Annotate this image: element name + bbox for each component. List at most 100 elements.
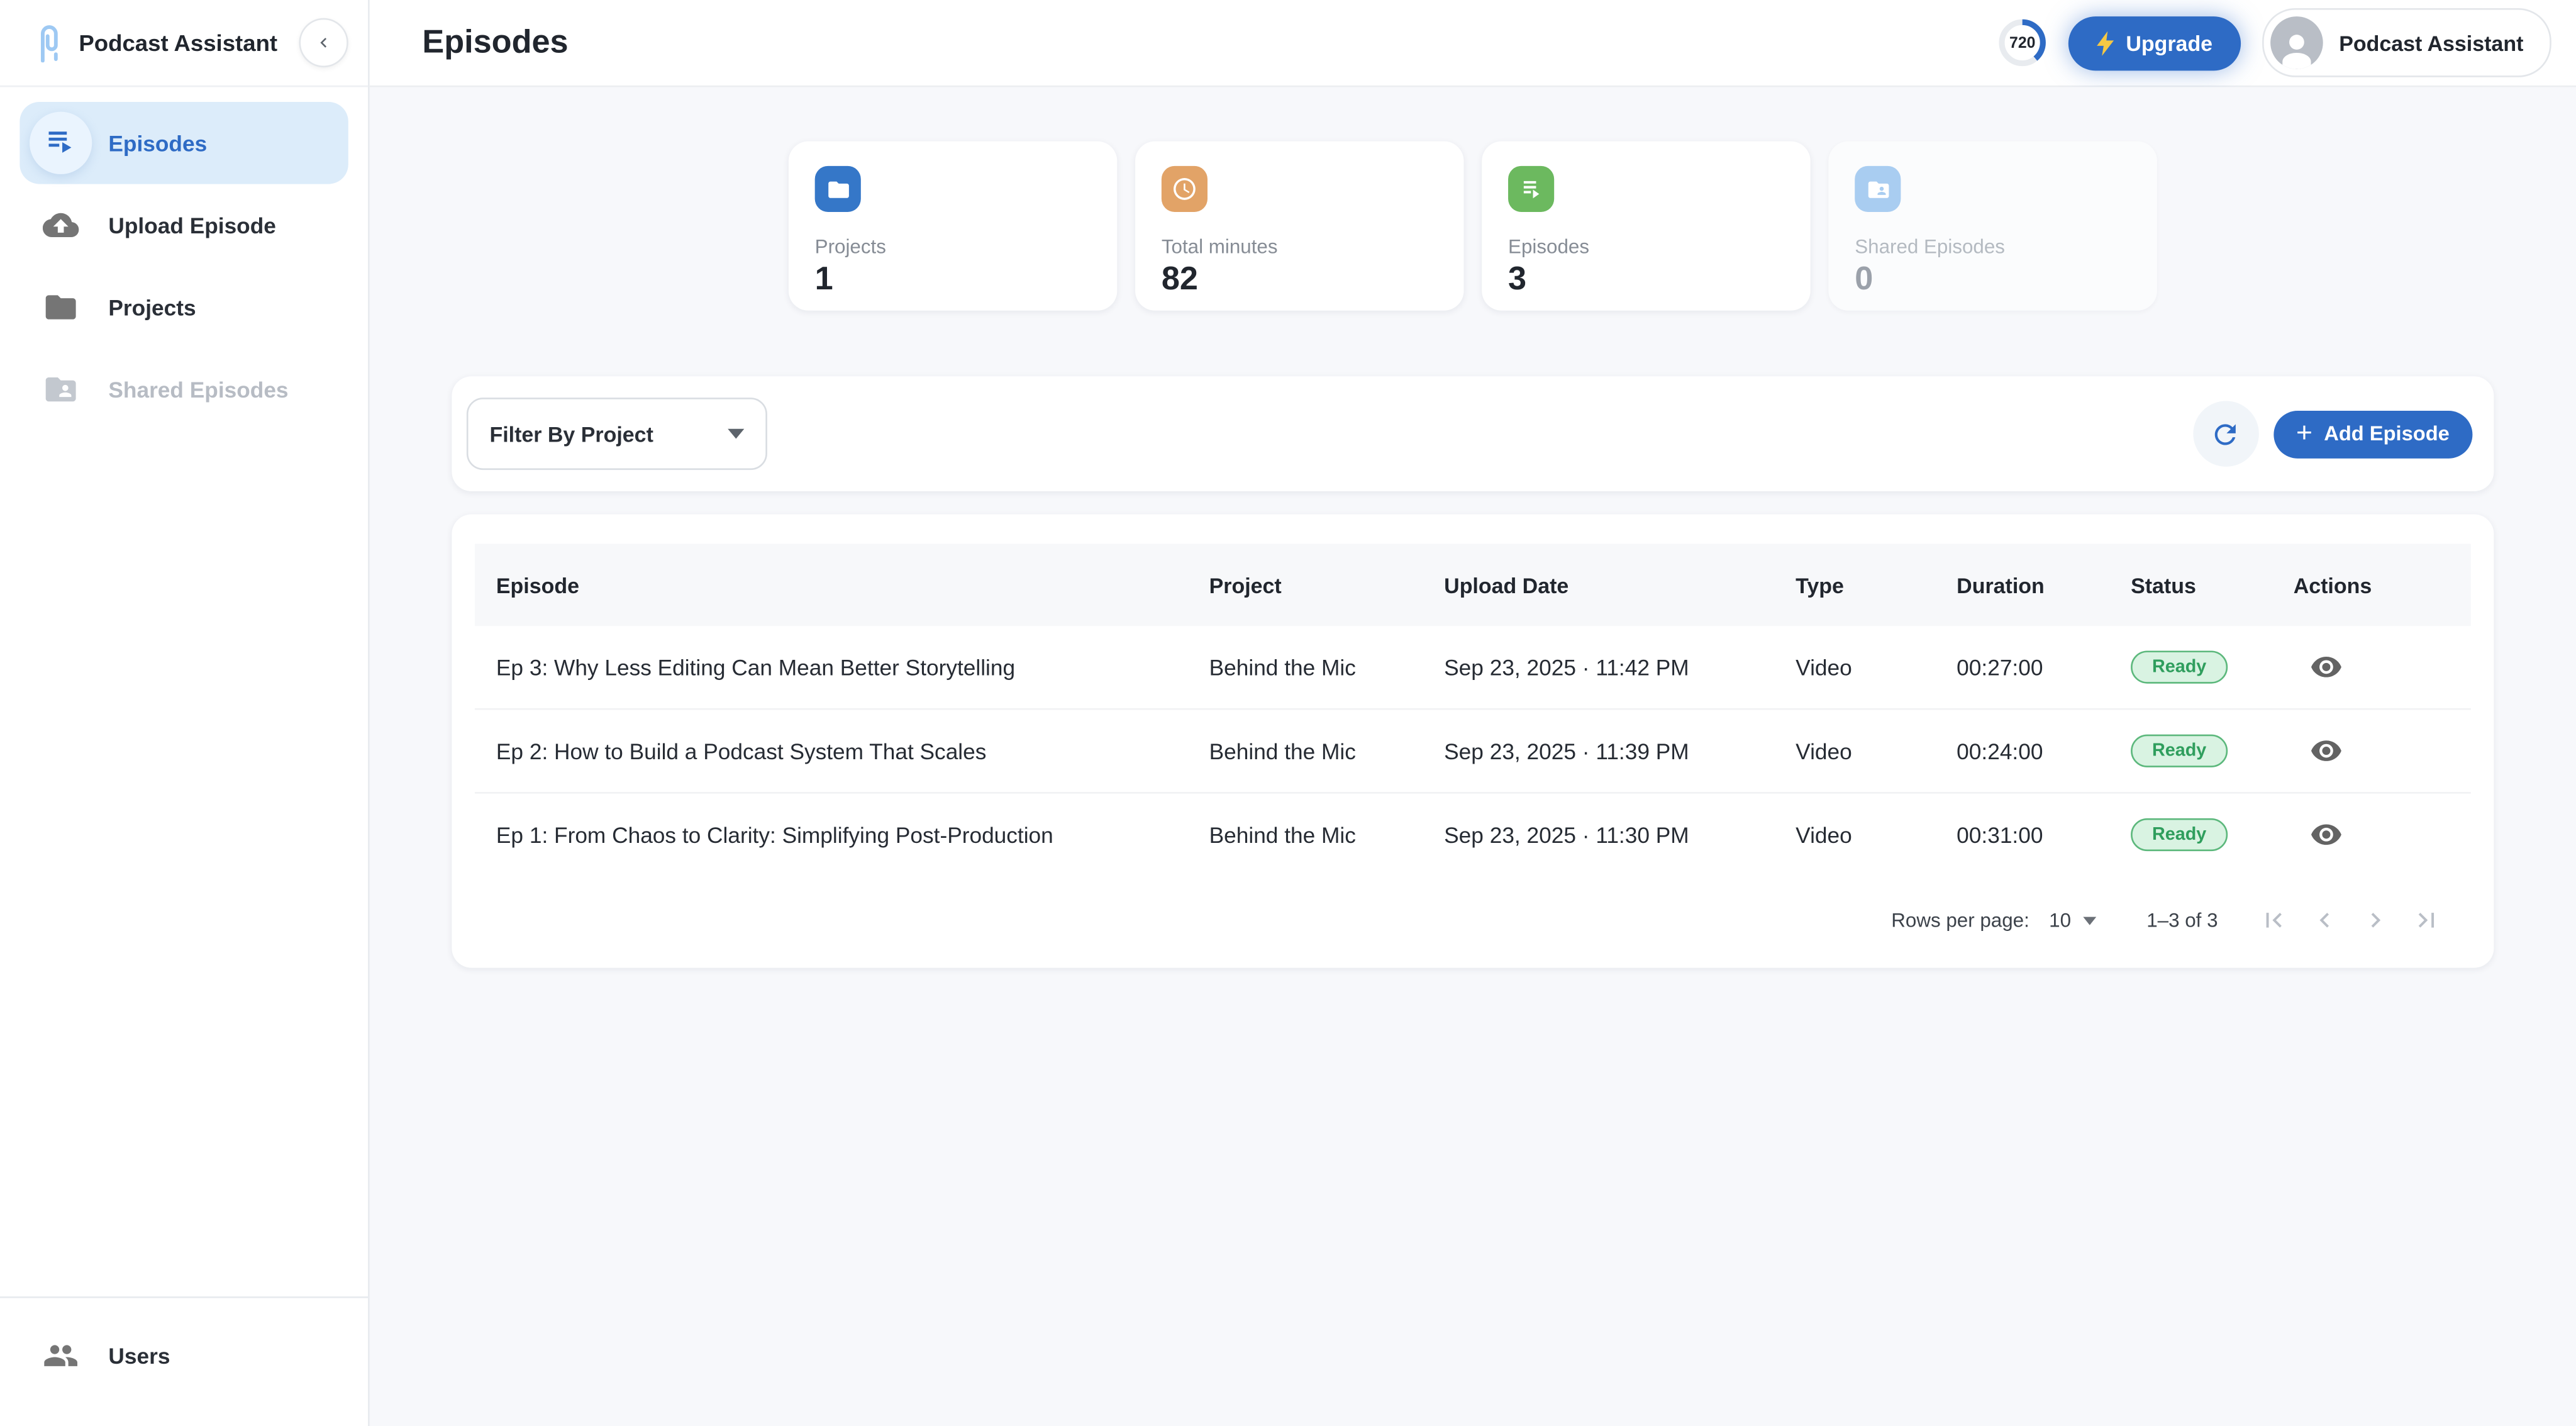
sidebar-collapse-button[interactable] (299, 18, 348, 67)
view-episode-button[interactable] (2307, 735, 2346, 767)
eye-icon (2310, 655, 2343, 679)
column-header-actions: Actions (2294, 572, 2471, 597)
eye-icon (2310, 822, 2343, 847)
sidebar-item-projects[interactable]: Projects (19, 266, 348, 348)
status-badge: Ready (2131, 735, 2228, 767)
column-header-project: Project (1209, 572, 1445, 597)
episode-title: Ep 1: From Chaos to Clarity: Simplifying… (475, 822, 1209, 847)
stat-value: 0 (1855, 263, 2131, 296)
page-title: Episodes (422, 24, 568, 62)
clock-icon (1162, 166, 1208, 212)
credits-ring[interactable]: 720 (1998, 18, 2047, 67)
column-header-episode: Episode (475, 572, 1209, 597)
sidebar-item-label: Upload Episode (108, 213, 275, 237)
playlist-play-icon (1508, 166, 1554, 212)
refresh-button[interactable] (2192, 401, 2258, 466)
stat-card-episodes: Episodes 3 (1482, 142, 1810, 311)
chevron-down-icon (2082, 916, 2096, 924)
stat-value: 3 (1508, 263, 1784, 296)
view-episode-button[interactable] (2307, 819, 2346, 850)
account-label: Podcast Assistant (2339, 30, 2523, 55)
stat-card-total-minutes: Total minutes 82 (1135, 142, 1463, 311)
stat-label: Projects (815, 235, 1091, 259)
sidebar-item-shared-episodes[interactable]: Shared Episodes (19, 348, 348, 431)
project-name: Behind the Mic (1209, 655, 1445, 679)
account-chip[interactable]: Podcast Assistant (2262, 8, 2551, 77)
stat-label: Shared Episodes (1855, 235, 2131, 259)
stat-value: 1 (815, 263, 1091, 296)
pagination-controls (2259, 905, 2441, 935)
episode-title: Ep 2: How to Build a Podcast System That… (475, 738, 1209, 763)
topbar: Episodes 720 Upgrade (370, 0, 2576, 87)
episode-type: Video (1796, 822, 1957, 847)
episode-title: Ep 3: Why Less Editing Can Mean Better S… (475, 655, 1209, 679)
upload-date: Sep 23, 2025 · 11:39 PM (1444, 738, 1796, 763)
table-row[interactable]: Ep 3: Why Less Editing Can Mean Better S… (475, 626, 2471, 708)
column-header-duration: Duration (1957, 572, 2131, 597)
last-page-icon (2412, 905, 2441, 935)
sidebar-item-episodes[interactable]: Episodes (19, 102, 348, 184)
sidebar-item-users[interactable]: Users (19, 1315, 348, 1397)
folder-icon (815, 166, 861, 212)
eye-icon (2310, 738, 2343, 763)
status-badge: Ready (2131, 650, 2228, 683)
playlist-play-icon (30, 112, 92, 174)
upload-date: Sep 23, 2025 · 11:30 PM (1444, 822, 1796, 847)
upgrade-button[interactable]: Upgrade (2068, 16, 2241, 70)
previous-page-button[interactable] (2310, 905, 2340, 935)
episode-duration: 00:27:00 (1957, 655, 2131, 679)
stats-row: Projects 1 Total minutes 82 Episodes 3 (789, 142, 2157, 311)
rows-per-page-select[interactable]: 10 (2049, 909, 2096, 932)
sidebar: Podcast Assistant Episodes Upload Episod… (0, 0, 370, 1426)
episode-type: Video (1796, 655, 1957, 679)
filter-by-project-dropdown[interactable]: Filter By Project (467, 398, 767, 470)
folder-icon (30, 276, 92, 338)
episode-type: Video (1796, 738, 1957, 763)
rows-per-page-value: 10 (2049, 909, 2071, 932)
dropdown-label: Filter By Project (489, 421, 653, 446)
stat-value: 82 (1162, 263, 1438, 296)
next-page-button[interactable] (2361, 905, 2390, 935)
stat-card-shared-episodes: Shared Episodes 0 (1828, 142, 2157, 311)
topbar-actions: 720 Upgrade Podcast Assistant (1998, 8, 2551, 77)
pagination-range: 1–3 of 3 (2146, 909, 2218, 932)
sidebar-item-label: Episodes (108, 131, 207, 155)
view-episode-button[interactable] (2307, 652, 2346, 683)
episodes-table-card: Episode Project Upload Date Type Duratio… (452, 515, 2494, 968)
column-header-upload-date: Upload Date (1444, 572, 1796, 597)
app-title: Podcast Assistant (79, 30, 299, 56)
status-badge: Ready (2131, 818, 2228, 851)
sidebar-item-label: Shared Episodes (108, 377, 288, 402)
app-window: Podcast Assistant Episodes Upload Episod… (0, 0, 2576, 1426)
stat-card-projects: Projects 1 (789, 142, 1117, 311)
table-header-row: Episode Project Upload Date Type Duratio… (475, 544, 2471, 627)
add-episode-button[interactable]: + Add Episode (2273, 410, 2472, 458)
column-header-status: Status (2131, 572, 2294, 597)
rows-per-page-label: Rows per page: (1891, 909, 2029, 932)
project-name: Behind the Mic (1209, 822, 1445, 847)
column-header-type: Type (1796, 572, 1957, 597)
episode-duration: 00:24:00 (1957, 738, 2131, 763)
sidebar-footer: Users (0, 1296, 368, 1426)
chevron-left-icon (314, 33, 333, 52)
folder-shared-icon (30, 358, 92, 420)
credits-value: 720 (2009, 34, 2035, 52)
upload-date: Sep 23, 2025 · 11:42 PM (1444, 655, 1796, 679)
filter-panel: Filter By Project + Add Episode (452, 376, 2494, 491)
main-content: Projects 1 Total minutes 82 Episodes 3 (370, 87, 2576, 1426)
plus-icon: + (2296, 419, 2312, 447)
sidebar-item-upload-episode[interactable]: Upload Episode (19, 184, 348, 267)
upgrade-label: Upgrade (2126, 30, 2212, 55)
first-page-button[interactable] (2259, 905, 2289, 935)
chevron-right-icon (2361, 905, 2390, 935)
project-name: Behind the Mic (1209, 738, 1445, 763)
last-page-button[interactable] (2412, 905, 2441, 935)
table-row[interactable]: Ep 1: From Chaos to Clarity: Simplifying… (475, 792, 2471, 876)
add-episode-label: Add Episode (2324, 422, 2450, 445)
cloud-upload-icon (30, 194, 92, 256)
chevron-down-icon (728, 429, 744, 439)
folder-shared-icon (1855, 166, 1901, 212)
stat-label: Episodes (1508, 235, 1784, 259)
table-row[interactable]: Ep 2: How to Build a Podcast System That… (475, 708, 2471, 792)
sidebar-header: Podcast Assistant (0, 0, 368, 87)
